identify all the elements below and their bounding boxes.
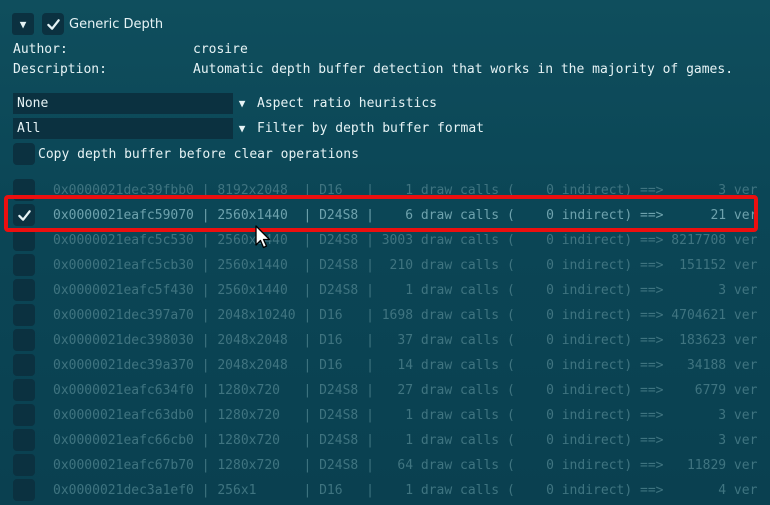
depth-buffer-checkbox[interactable] xyxy=(13,404,35,426)
aspect-ratio-label: Aspect ratio heuristics xyxy=(257,96,438,111)
depth-buffer-checkbox[interactable] xyxy=(13,479,35,501)
depth-buffer-row: 0x0000021eafc5cb30 | 2560x1440 | D24S8 |… xyxy=(0,253,770,278)
aspect-ratio-combo[interactable]: None ▼ xyxy=(13,93,251,114)
aspect-ratio-value[interactable]: None xyxy=(13,93,233,114)
depth-buffer-row: 0x0000021eafc5f430 | 2560x1440 | D24S8 |… xyxy=(0,278,770,303)
depth-buffer-info: 0x0000021dec39a370 | 2048x2048 | D16 | 1… xyxy=(53,358,758,373)
description-label: Description: xyxy=(13,62,107,77)
dropdown-arrow-icon[interactable]: ▼ xyxy=(233,97,251,110)
depth-buffer-row: 0x0000021dec3a1ef0 | 256x1 | D16 | 1 dra… xyxy=(0,478,770,503)
depth-buffer-info: 0x0000021eafc634f0 | 1280x720 | D24S8 | … xyxy=(53,383,758,398)
depth-buffer-info: 0x0000021eafc5c530 | 2560x1440 | D24S8 |… xyxy=(53,233,758,248)
depth-buffer-checkbox[interactable] xyxy=(13,429,35,451)
depth-format-label: Filter by depth buffer format xyxy=(257,121,484,136)
depth-buffer-row: 0x0000021dec397a70 | 2048x10240 | D16 | … xyxy=(0,303,770,328)
depth-format-value[interactable]: All xyxy=(13,118,233,139)
depth-buffer-info: 0x0000021eafc5f430 | 2560x1440 | D24S8 |… xyxy=(53,283,758,298)
depth-buffer-checkbox[interactable] xyxy=(13,229,35,251)
author-label: Author: xyxy=(13,42,68,57)
depth-buffer-info: 0x0000021dec3a1ef0 | 256x1 | D16 | 1 dra… xyxy=(53,483,758,498)
depth-buffer-info: 0x0000021dec397a70 | 2048x10240 | D16 | … xyxy=(53,308,758,323)
effect-header: ▼ Generic Depth xyxy=(12,12,163,36)
depth-buffer-row: 0x0000021eafc66cb0 | 1280x720 | D24S8 | … xyxy=(0,428,770,453)
depth-buffer-checkbox[interactable] xyxy=(13,279,35,301)
depth-buffer-row: 0x0000021dec398030 | 2048x2048 | D16 | 3… xyxy=(0,328,770,353)
depth-format-combo[interactable]: All ▼ xyxy=(13,118,251,139)
copy-depth-checkbox[interactable] xyxy=(13,143,35,165)
collapse-toggle[interactable]: ▼ xyxy=(12,13,34,35)
depth-buffer-info: 0x0000021dec398030 | 2048x2048 | D16 | 3… xyxy=(53,333,758,348)
effect-enable-checkbox[interactable] xyxy=(42,13,64,35)
author-value: crosire xyxy=(193,42,248,57)
depth-buffer-info: 0x0000021eafc5cb30 | 2560x1440 | D24S8 |… xyxy=(53,258,758,273)
triangle-down-icon: ▼ xyxy=(19,17,27,31)
depth-buffer-checkbox[interactable] xyxy=(13,379,35,401)
mouse-pointer-icon xyxy=(255,225,271,249)
depth-buffer-checkbox[interactable] xyxy=(13,329,35,351)
selection-highlight xyxy=(4,195,758,232)
depth-buffer-row: 0x0000021dec39a370 | 2048x2048 | D16 | 1… xyxy=(0,353,770,378)
depth-buffer-checkbox[interactable] xyxy=(13,354,35,376)
depth-buffer-info: 0x0000021eafc66cb0 | 1280x720 | D24S8 | … xyxy=(53,433,758,448)
effect-title: Generic Depth xyxy=(69,16,164,32)
copy-depth-label: Copy depth buffer before clear operation… xyxy=(38,146,359,162)
depth-buffer-info: 0x0000021eafc63db0 | 1280x720 | D24S8 | … xyxy=(53,408,758,423)
depth-buffer-row: 0x0000021eafc634f0 | 1280x720 | D24S8 | … xyxy=(0,378,770,403)
copy-depth-option[interactable]: Copy depth buffer before clear operation… xyxy=(13,143,359,165)
depth-buffer-checkbox[interactable] xyxy=(13,254,35,276)
checkmark-icon xyxy=(46,18,60,30)
dropdown-arrow-icon[interactable]: ▼ xyxy=(233,122,251,135)
depth-buffer-row: 0x0000021eafc63db0 | 1280x720 | D24S8 | … xyxy=(0,403,770,428)
description-value: Automatic depth buffer detection that wo… xyxy=(193,62,734,77)
depth-buffer-row: 0x0000021eafc67b70 | 1280x720 | D24S8 | … xyxy=(0,453,770,478)
depth-buffer-info: 0x0000021eafc67b70 | 1280x720 | D24S8 | … xyxy=(53,458,758,473)
depth-buffer-checkbox[interactable] xyxy=(13,304,35,326)
depth-buffer-checkbox[interactable] xyxy=(13,454,35,476)
